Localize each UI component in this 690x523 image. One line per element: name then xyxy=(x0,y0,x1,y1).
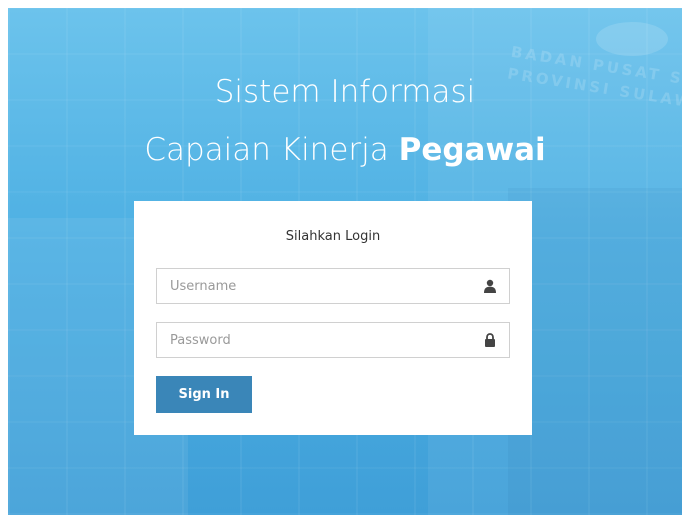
password-field[interactable] xyxy=(156,322,510,358)
building-logo-emblem xyxy=(596,22,668,56)
username-input[interactable] xyxy=(170,269,470,303)
page-title-line1: Sistem Informasi xyxy=(214,74,476,110)
sign-in-button[interactable]: Sign In xyxy=(156,376,252,413)
page-title-regular: Capaian Kinerja xyxy=(144,132,389,168)
username-field[interactable] xyxy=(156,268,510,304)
lock-icon xyxy=(485,333,495,347)
page-title-line2: Capaian Kinerja Pegawai xyxy=(8,132,682,168)
login-card-title: Silahkan Login xyxy=(285,229,381,244)
page-title-bold: Pegawai xyxy=(398,132,546,168)
building-silhouette-right-lower xyxy=(508,188,682,515)
password-input[interactable] xyxy=(170,323,470,357)
user-icon xyxy=(484,279,496,293)
login-page-background: BADAN PUSAT S PROVINSI SULAWESI Sistem I… xyxy=(8,8,682,515)
login-card: Silahkan Login Sign In xyxy=(134,201,532,435)
